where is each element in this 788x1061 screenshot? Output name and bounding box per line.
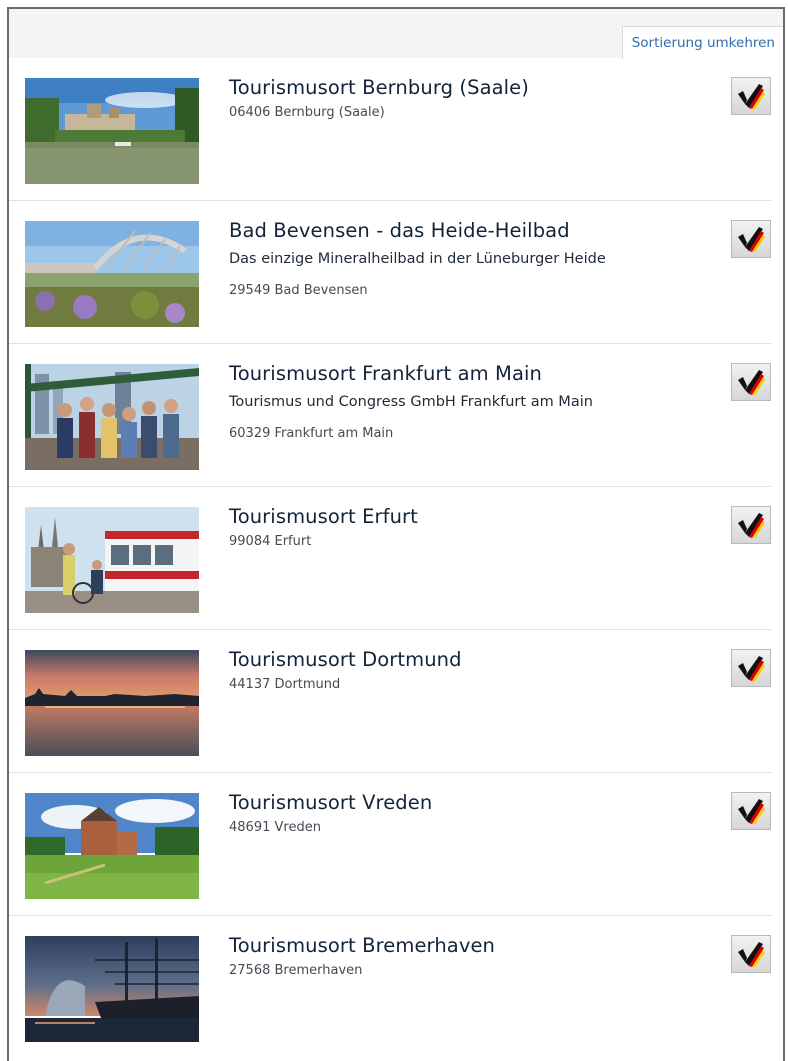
check-badge-icon	[731, 220, 771, 258]
listing-title[interactable]: Tourismusort Frankfurt am Main	[229, 362, 542, 385]
check-badge-icon	[731, 935, 771, 973]
results-list: Tourismusort Bernburg (Saale) 06406 Bern…	[9, 58, 783, 1058]
list-item[interactable]: Tourismusort Bernburg (Saale) 06406 Bern…	[9, 58, 772, 201]
listing-address: 48691 Vreden	[229, 820, 321, 835]
listing-address: 60329 Frankfurt am Main	[229, 426, 394, 441]
listing-title[interactable]: Tourismusort Bernburg (Saale)	[229, 76, 529, 99]
listing-address: 44137 Dortmund	[229, 677, 341, 692]
check-badge-icon	[731, 77, 771, 115]
check-badge-icon	[731, 792, 771, 830]
list-item[interactable]: Tourismusort Dortmund 44137 Dortmund	[9, 630, 772, 773]
results-toolbar: Sortierung umkehren	[9, 9, 783, 59]
listing-image[interactable]	[25, 78, 199, 184]
check-badge-icon	[731, 506, 771, 544]
listing-title[interactable]: Tourismusort Erfurt	[229, 505, 418, 528]
listing-subtitle: Das einzige Mineralheilbad in der Lünebu…	[229, 251, 606, 267]
list-item[interactable]: Tourismusort Vreden 48691 Vreden	[9, 773, 772, 916]
listing-title[interactable]: Tourismusort Dortmund	[229, 648, 462, 671]
listing-image[interactable]	[25, 793, 199, 899]
results-panel: Sortierung umkehren Tourismusort Bernbur…	[7, 7, 785, 1061]
listing-title[interactable]: Tourismusort Bremerhaven	[229, 934, 495, 957]
listing-address: 99084 Erfurt	[229, 534, 312, 549]
check-badge-icon	[731, 363, 771, 401]
check-badge-icon	[731, 649, 771, 687]
listing-image[interactable]	[25, 936, 199, 1042]
list-item[interactable]: Tourismusort Erfurt 99084 Erfurt	[9, 487, 772, 630]
listing-subtitle: Tourismus und Congress GmbH Frankfurt am…	[229, 394, 593, 410]
listing-title[interactable]: Tourismusort Vreden	[229, 791, 432, 814]
list-item[interactable]: Tourismusort Frankfurt am Main Tourismus…	[9, 344, 772, 487]
sort-reverse-button[interactable]: Sortierung umkehren	[621, 26, 783, 59]
list-item[interactable]: Bad Bevensen - das Heide-Heilbad Das ein…	[9, 201, 772, 344]
listing-image[interactable]	[25, 507, 199, 613]
list-item[interactable]: Tourismusort Bremerhaven 27568 Bremerhav…	[9, 916, 772, 1058]
listing-address: 27568 Bremerhaven	[229, 963, 363, 978]
listing-image[interactable]	[25, 221, 199, 327]
listing-image[interactable]	[25, 364, 199, 470]
listing-title[interactable]: Bad Bevensen - das Heide-Heilbad	[229, 219, 570, 242]
listing-address: 06406 Bernburg (Saale)	[229, 105, 385, 120]
listing-address: 29549 Bad Bevensen	[229, 283, 368, 298]
listing-image[interactable]	[25, 650, 199, 756]
